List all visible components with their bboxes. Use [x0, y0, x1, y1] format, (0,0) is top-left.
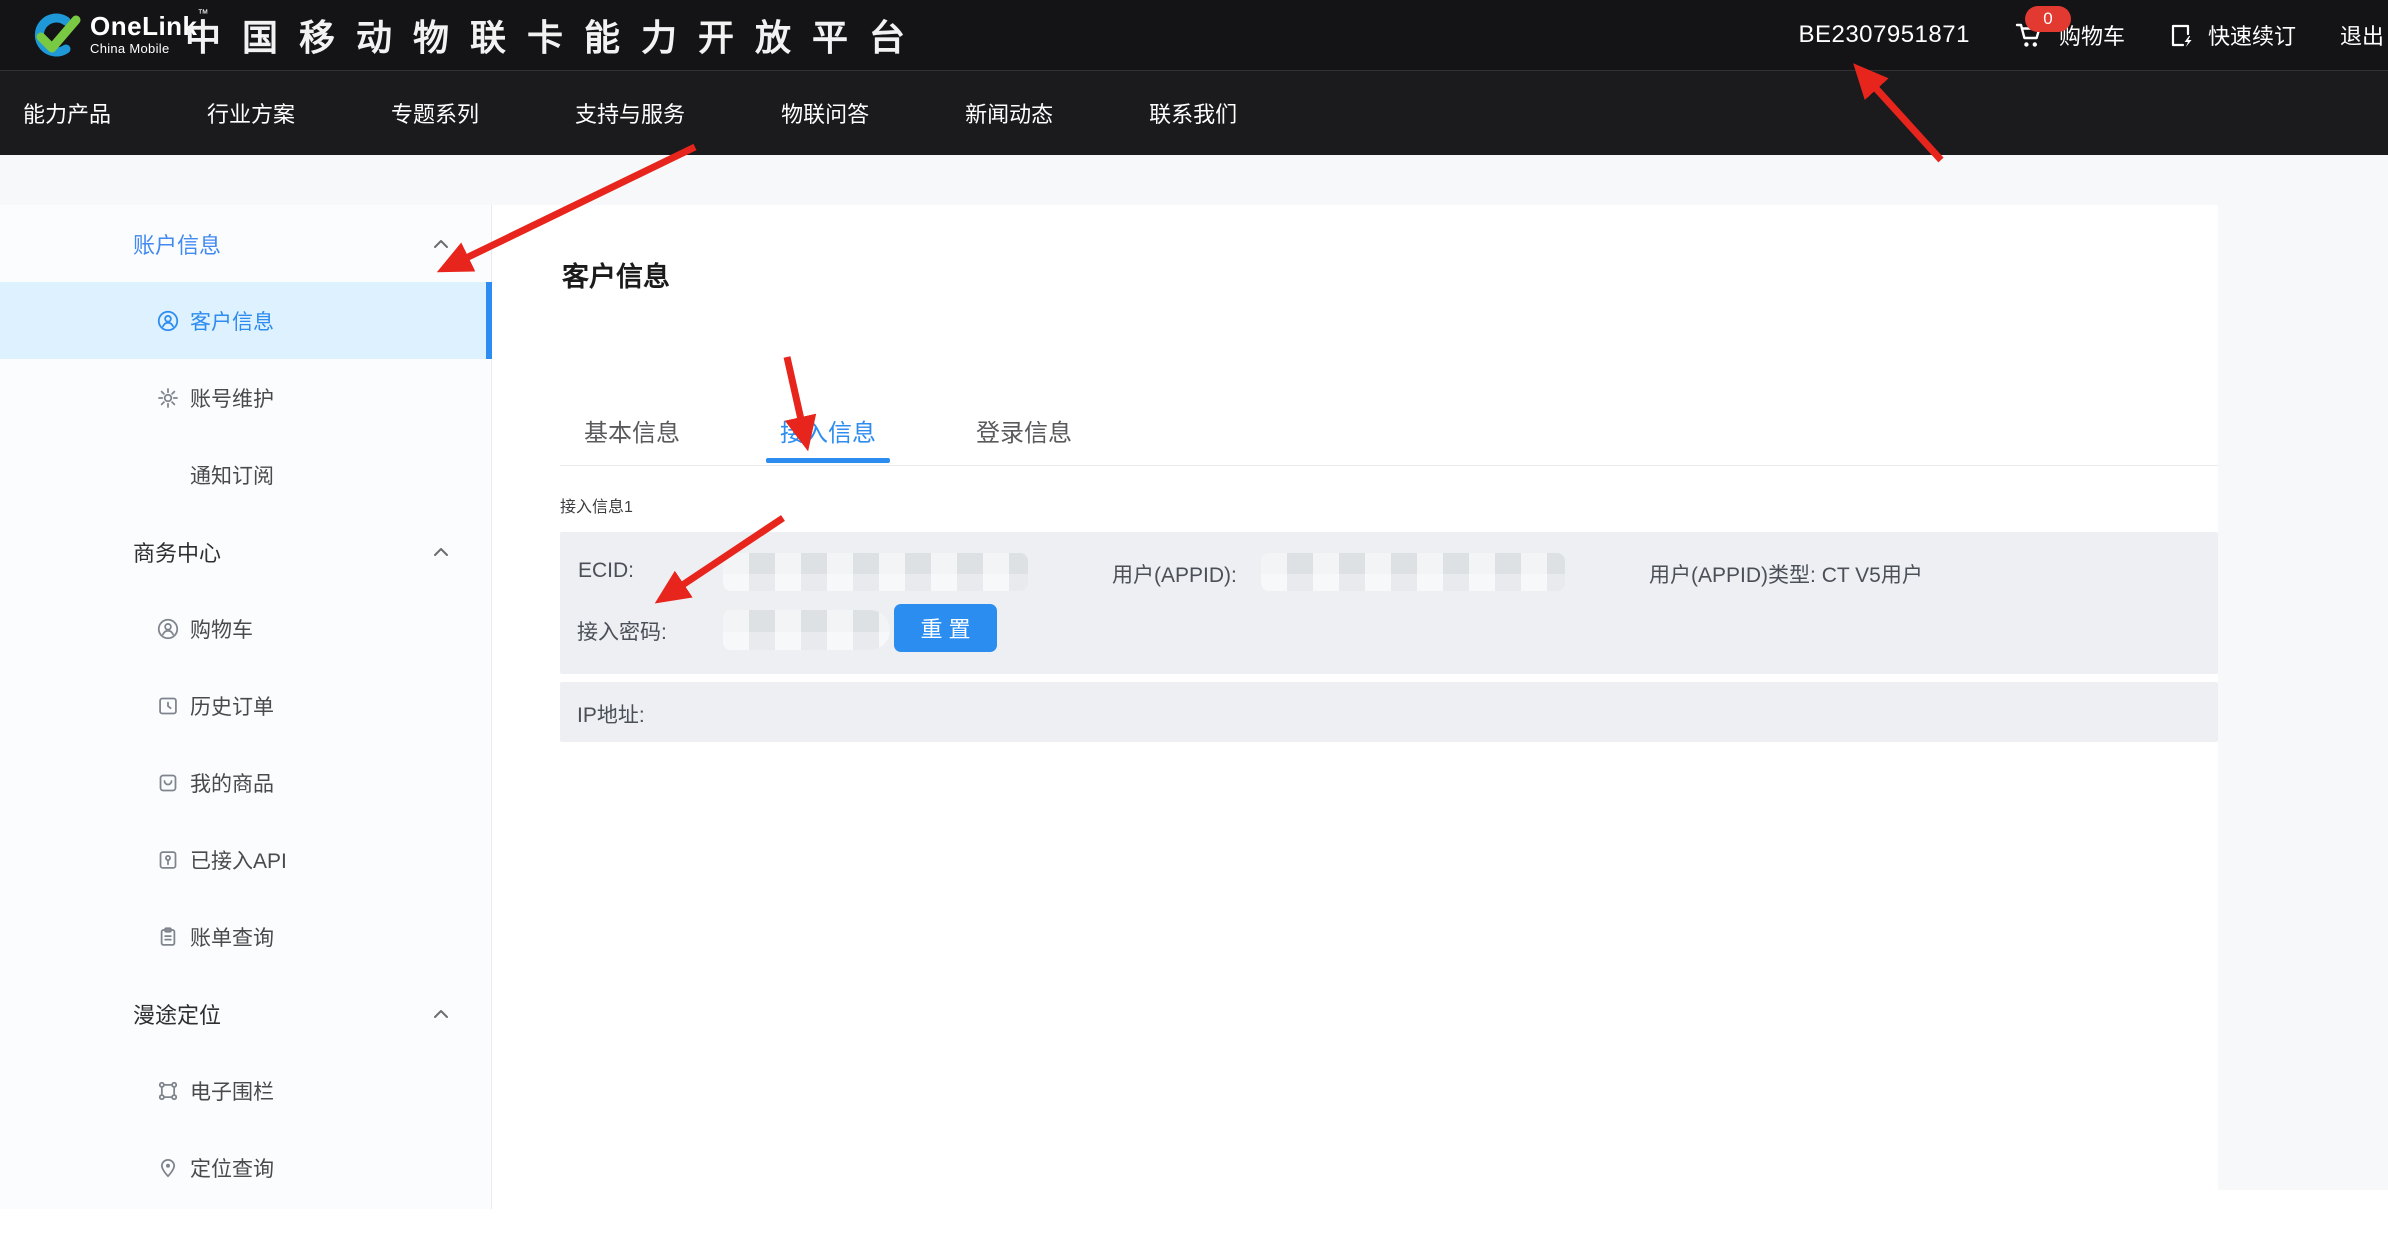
- sidebar-item-历史订单[interactable]: 历史订单: [0, 667, 491, 744]
- sidebar-item-账号维护[interactable]: 账号维护: [0, 359, 491, 436]
- nav-item-3[interactable]: 专题系列: [391, 97, 479, 129]
- sidebar-item-账单查询[interactable]: 账单查询: [0, 898, 491, 975]
- nav-item-2[interactable]: 行业方案: [207, 97, 295, 129]
- user-circle-icon: [157, 310, 179, 332]
- appid-type-value: CT V5用户: [1822, 564, 1923, 587]
- tab-基本信息[interactable]: 基本信息: [560, 395, 704, 465]
- tab-接入信息[interactable]: 接入信息: [756, 395, 900, 465]
- appid-label: 用户(APPID):: [1112, 559, 1237, 589]
- brand-name: OneLink: [90, 11, 198, 41]
- access-info-section-label: 接入信息1: [560, 493, 633, 517]
- fence-icon: [157, 1080, 179, 1102]
- chevron-up-icon: [433, 238, 449, 250]
- appid-type-label: 用户(APPID)类型:: [1649, 564, 1816, 587]
- bill-clipboard-icon: [157, 926, 179, 948]
- sidebar: 账户信息 客户信息 账号维护 通知订阅 商务中心 购物车 历史订单: [0, 205, 492, 1209]
- appid-type: 用户(APPID)类型: CT V5用户: [1649, 559, 1923, 589]
- nav-item-6[interactable]: 新闻动态: [965, 97, 1053, 129]
- cart-button[interactable]: 0 购物车: [2014, 19, 2125, 51]
- nav-item-7[interactable]: 联系我们: [1149, 97, 1237, 129]
- top-header-bar: OneLink™ China Mobile 中国移动物联卡能力开放平台 BE23…: [0, 0, 2388, 70]
- nav-item-4[interactable]: 支持与服务: [575, 97, 685, 129]
- main-content: 客户信息 基本信息接入信息登录信息 接入信息1 ECID: 用户(APPID):…: [492, 205, 2218, 1236]
- access-password-label: 接入密码:: [577, 616, 667, 646]
- appid-value-redacted: [1261, 553, 1565, 591]
- account-id[interactable]: BE2307951871: [1798, 21, 1970, 49]
- history-order-icon: [157, 695, 179, 717]
- quick-renew-button[interactable]: 快速续订: [2169, 19, 2296, 51]
- tabs-bar: 基本信息接入信息登录信息: [560, 395, 2218, 466]
- sidebar-group-账户信息[interactable]: 账户信息: [0, 205, 491, 282]
- product-bag-icon: [157, 772, 179, 794]
- nav-item-1[interactable]: 能力产品: [23, 97, 111, 129]
- access-info-panel: ECID: 用户(APPID): 用户(APPID)类型: CT V5用户 接入…: [560, 532, 2218, 674]
- user-circle-icon: [157, 618, 179, 640]
- gear-icon: [157, 387, 179, 409]
- ecid-label: ECID:: [578, 559, 634, 583]
- ecid-value-redacted: [723, 553, 1028, 591]
- chevron-up-icon: [433, 546, 449, 558]
- chevron-up-icon: [433, 1008, 449, 1020]
- sidebar-item-通知订阅[interactable]: 通知订阅: [0, 436, 491, 513]
- ip-address-label: IP地址:: [577, 699, 645, 729]
- sidebar-item-定位查询[interactable]: 定位查询: [0, 1129, 491, 1206]
- ip-address-panel: IP地址:: [560, 682, 2218, 742]
- logout-button[interactable]: 退出: [2340, 19, 2384, 51]
- access-password-value-redacted: [723, 610, 890, 650]
- sidebar-group-商务中心[interactable]: 商务中心: [0, 513, 491, 590]
- site-title: 中国移动物联卡能力开放平台: [185, 0, 926, 70]
- location-pin-icon: [157, 1157, 179, 1179]
- sidebar-item-我的商品[interactable]: 我的商品: [0, 744, 491, 821]
- sidebar-item-已接入API[interactable]: 已接入API: [0, 821, 491, 898]
- quick-renew-icon: [2169, 22, 2196, 49]
- sidebar-item-客户信息[interactable]: 客户信息: [0, 282, 491, 359]
- reset-password-button[interactable]: 重 置: [894, 604, 997, 652]
- quick-renew-label: 快速续订: [2208, 19, 2296, 51]
- page: OneLink™ China Mobile 中国移动物联卡能力开放平台 BE23…: [0, 0, 2388, 1236]
- nav-item-5[interactable]: 物联问答: [781, 97, 869, 129]
- sidebar-group-漫途定位[interactable]: 漫途定位: [0, 975, 491, 1052]
- tab-登录信息[interactable]: 登录信息: [952, 395, 1096, 465]
- sidebar-item-电子围栏[interactable]: 电子围栏: [0, 1052, 491, 1129]
- onelink-logo-icon: [26, 11, 82, 59]
- page-title: 客户信息: [562, 255, 670, 294]
- api-key-icon: [157, 849, 179, 871]
- topbar-right-group: BE2307951871 0 购物车 快速续订: [1798, 0, 2384, 70]
- sidebar-item-购物车[interactable]: 购物车: [0, 590, 491, 667]
- main-navbar: 能力产品 行业方案 专题系列 支持与服务 物联问答 新闻动态 联系我们: [0, 70, 2388, 155]
- cart-count-badge: 0: [2025, 6, 2071, 32]
